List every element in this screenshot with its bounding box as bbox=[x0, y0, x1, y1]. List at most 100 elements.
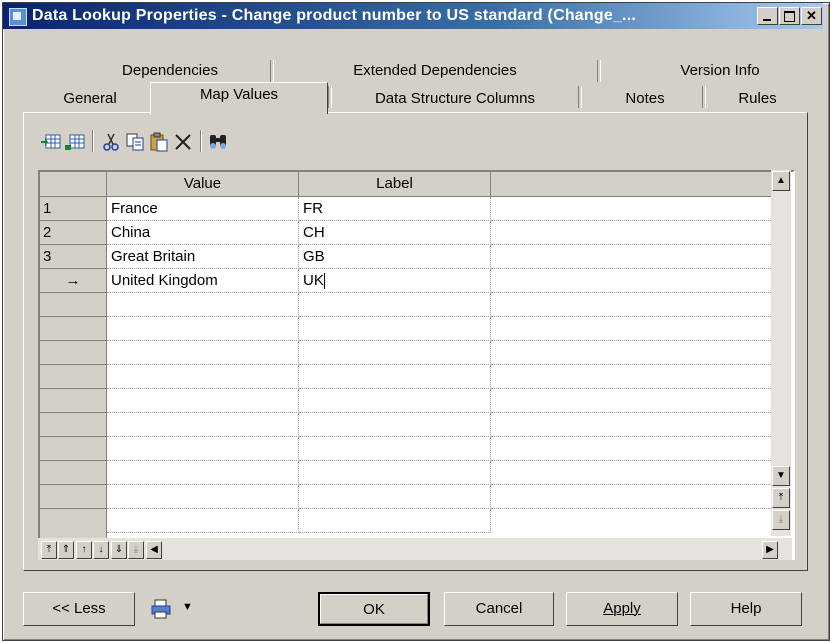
app-icon bbox=[9, 8, 27, 26]
scroll-down-icon[interactable]: ▼ bbox=[772, 466, 790, 486]
empty-cell[interactable] bbox=[107, 461, 299, 485]
tab-general[interactable]: General bbox=[45, 86, 135, 113]
empty-cell[interactable] bbox=[299, 365, 491, 389]
title-bar[interactable]: Data Lookup Properties - Change product … bbox=[3, 3, 823, 29]
apply-button[interactable]: Apply bbox=[566, 592, 678, 626]
tab-divider bbox=[270, 60, 274, 82]
move-down-icon[interactable]: ↓ bbox=[93, 541, 109, 559]
minimize-button[interactable] bbox=[757, 7, 778, 25]
value-cell[interactable]: China bbox=[107, 221, 299, 245]
close-button[interactable]: ✕ bbox=[801, 7, 822, 25]
cancel-button[interactable]: Cancel bbox=[444, 592, 554, 626]
empty-cell[interactable] bbox=[107, 485, 299, 509]
empty-cell[interactable] bbox=[107, 413, 299, 437]
ok-button[interactable]: OK bbox=[318, 592, 430, 626]
empty-cell bbox=[491, 485, 773, 509]
tab-divider bbox=[328, 86, 332, 108]
empty-cell[interactable] bbox=[299, 485, 491, 509]
empty-cell[interactable] bbox=[107, 317, 299, 341]
move-page-down-icon[interactable]: ⇓ bbox=[111, 541, 127, 559]
row-header[interactable]: 1 bbox=[40, 197, 107, 221]
tab-extended-dependencies[interactable]: Extended Dependencies bbox=[300, 58, 570, 85]
empty-cell[interactable] bbox=[299, 437, 491, 461]
current-row-arrow-icon[interactable]: → bbox=[40, 269, 107, 293]
add-row-icon[interactable] bbox=[64, 131, 86, 153]
row-header[interactable]: 2 bbox=[40, 221, 107, 245]
empty-cell[interactable] bbox=[299, 509, 491, 533]
row-header[interactable] bbox=[40, 485, 107, 509]
less-button[interactable]: << Less bbox=[23, 592, 135, 626]
row-header[interactable] bbox=[40, 293, 107, 317]
scroll-bottom-icon[interactable]: ⤓ bbox=[772, 510, 790, 530]
cut-icon[interactable] bbox=[100, 131, 122, 153]
maximize-button[interactable] bbox=[779, 7, 800, 25]
tab-dependencies[interactable]: Dependencies bbox=[80, 58, 260, 85]
label-cell[interactable]: FR bbox=[299, 197, 491, 221]
copy-icon[interactable] bbox=[124, 131, 146, 153]
scroll-top-icon[interactable]: ⤒ bbox=[772, 488, 790, 508]
row-header[interactable]: 3 bbox=[40, 245, 107, 269]
row-header[interactable] bbox=[40, 509, 107, 539]
empty-cell bbox=[491, 365, 773, 389]
empty-cell bbox=[491, 269, 773, 293]
row-header[interactable] bbox=[40, 365, 107, 389]
empty-cell bbox=[491, 341, 773, 365]
row-header[interactable] bbox=[40, 413, 107, 437]
label-cell[interactable]: CH bbox=[299, 221, 491, 245]
value-cell[interactable]: France bbox=[107, 197, 299, 221]
move-to-bottom-icon[interactable]: ⤓ bbox=[128, 541, 144, 559]
value-cell[interactable]: United Kingdom bbox=[107, 269, 299, 293]
row-header[interactable] bbox=[40, 437, 107, 461]
scroll-left-icon[interactable]: ◀ bbox=[146, 541, 162, 559]
empty-cell[interactable] bbox=[107, 437, 299, 461]
delete-icon[interactable] bbox=[172, 131, 194, 153]
empty-cell[interactable] bbox=[299, 317, 491, 341]
empty-cell[interactable] bbox=[299, 389, 491, 413]
move-up-icon[interactable]: ↑ bbox=[76, 541, 92, 559]
empty-cell bbox=[491, 389, 773, 413]
label-cell-editing[interactable]: UK bbox=[299, 269, 491, 293]
map-values-grid[interactable]: Value Label 1 France FR 2 China CH 3 Gre… bbox=[38, 170, 795, 560]
empty-cell[interactable] bbox=[299, 341, 491, 365]
find-icon[interactable] bbox=[207, 131, 229, 153]
help-button[interactable]: Help bbox=[690, 592, 802, 626]
empty-cell[interactable] bbox=[107, 509, 299, 533]
label-cell-text[interactable]: UK bbox=[303, 272, 324, 289]
scroll-up-icon[interactable]: ▲ bbox=[772, 171, 790, 191]
row-header[interactable] bbox=[40, 341, 107, 365]
paste-icon[interactable] bbox=[148, 131, 170, 153]
scroll-right-icon[interactable]: ▶ bbox=[762, 541, 778, 559]
empty-cell[interactable] bbox=[299, 413, 491, 437]
tab-divider bbox=[702, 86, 706, 108]
tab-map-values[interactable]: Map Values bbox=[150, 82, 328, 114]
tab-version-info[interactable]: Version Info bbox=[640, 58, 800, 85]
empty-cell[interactable] bbox=[107, 365, 299, 389]
value-cell[interactable]: Great Britain bbox=[107, 245, 299, 269]
row-header[interactable] bbox=[40, 389, 107, 413]
row-header[interactable] bbox=[40, 461, 107, 485]
tab-data-structure-columns[interactable]: Data Structure Columns bbox=[335, 86, 575, 113]
insert-row-icon[interactable] bbox=[40, 131, 62, 153]
text-cursor bbox=[323, 273, 325, 290]
tab-notes[interactable]: Notes bbox=[590, 86, 700, 113]
tab-rules[interactable]: Rules bbox=[715, 86, 800, 113]
move-page-up-icon[interactable]: ⇑ bbox=[58, 541, 74, 559]
empty-cell[interactable] bbox=[107, 293, 299, 317]
empty-cell[interactable] bbox=[107, 389, 299, 413]
move-to-top-icon[interactable]: ⤒ bbox=[41, 541, 57, 559]
empty-cell[interactable] bbox=[107, 341, 299, 365]
empty-cell bbox=[491, 461, 773, 485]
print-dropdown-button[interactable]: ▼ bbox=[148, 596, 208, 622]
vertical-scrollbar[interactable]: ▲ ▼ ⤒ ⤓ bbox=[771, 170, 791, 536]
column-header-value[interactable]: Value bbox=[107, 172, 299, 197]
empty-cell[interactable] bbox=[299, 293, 491, 317]
empty-cell bbox=[491, 293, 773, 317]
tab-divider bbox=[597, 60, 601, 82]
column-header-label[interactable]: Label bbox=[299, 172, 491, 197]
row-header[interactable] bbox=[40, 317, 107, 341]
empty-cell bbox=[491, 221, 773, 245]
label-cell[interactable]: GB bbox=[299, 245, 491, 269]
empty-cell[interactable] bbox=[299, 461, 491, 485]
empty-cell bbox=[491, 197, 773, 221]
empty-cell bbox=[491, 317, 773, 341]
